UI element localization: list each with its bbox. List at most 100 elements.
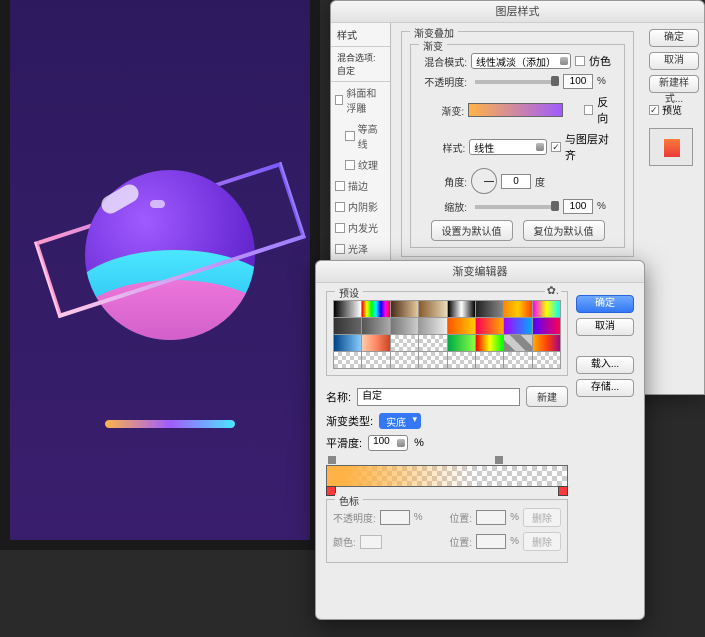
gradient-type-select[interactable]: 实底 <box>379 413 421 429</box>
stop-opacity-label: 不透明度: <box>333 510 376 525</box>
delete-opacity-stop-button[interactable]: 删除 <box>523 508 561 527</box>
angle-input[interactable]: 0 <box>501 174 531 189</box>
preset-swatch[interactable] <box>504 318 531 334</box>
opacity-stop-right[interactable] <box>495 456 503 464</box>
preset-swatch[interactable] <box>504 335 531 351</box>
style-item-2[interactable]: 纹理 <box>331 154 390 175</box>
preview-checkbox[interactable] <box>649 105 659 115</box>
styles-header[interactable]: 样式 <box>331 23 390 47</box>
color-stop-right[interactable] <box>558 486 568 496</box>
gradient-type-label: 渐变类型: <box>326 413 373 429</box>
preset-swatch[interactable] <box>334 352 361 368</box>
preset-swatch[interactable] <box>362 352 389 368</box>
canvas-area <box>0 0 320 550</box>
gradient-bar-shape <box>105 420 235 428</box>
smoothness-label: 平滑度: <box>326 435 362 451</box>
preset-swatch[interactable] <box>533 318 560 334</box>
reset-default-button[interactable]: 复位为默认值 <box>523 220 605 241</box>
preset-swatch[interactable] <box>334 318 361 334</box>
style-checkbox[interactable] <box>345 131 355 141</box>
dialog-title[interactable]: 图层样式 <box>331 1 704 23</box>
stops-label: 色标 <box>335 493 363 508</box>
scale-input[interactable]: 100 <box>563 199 593 214</box>
new-style-button[interactable]: 新建样式... <box>649 75 699 93</box>
angle-dial[interactable] <box>471 168 497 194</box>
preset-swatch[interactable] <box>448 318 475 334</box>
preset-swatch[interactable] <box>391 352 418 368</box>
preset-swatch[interactable] <box>362 335 389 351</box>
style-checkbox[interactable] <box>345 160 355 170</box>
ok-button[interactable]: 确定 <box>649 29 699 47</box>
style-checkbox[interactable] <box>335 202 345 212</box>
preset-swatch[interactable] <box>533 335 560 351</box>
preset-swatch[interactable] <box>419 301 446 317</box>
opacity-input[interactable]: 100 <box>563 74 593 89</box>
style-checkbox[interactable] <box>335 223 345 233</box>
preset-swatch[interactable] <box>391 301 418 317</box>
preview-swatch <box>649 128 693 166</box>
style-item-5[interactable]: 内发光 <box>331 217 390 238</box>
preset-swatch[interactable] <box>476 318 503 334</box>
preset-swatch[interactable] <box>334 335 361 351</box>
preset-swatch[interactable] <box>533 301 560 317</box>
gradient-preview[interactable] <box>468 103 562 117</box>
gradient-bar[interactable] <box>326 465 568 487</box>
angle-label: 角度: <box>417 174 467 189</box>
preset-swatch[interactable] <box>448 352 475 368</box>
preset-swatch[interactable] <box>391 335 418 351</box>
preset-swatch[interactable] <box>448 335 475 351</box>
set-default-button[interactable]: 设置为默认值 <box>431 220 513 241</box>
preset-swatch[interactable] <box>334 301 361 317</box>
preset-swatch[interactable] <box>533 352 560 368</box>
gradient-editor-dialog: 渐变编辑器 预设 ✿. 名称: 自定 新建 渐变类型: 实底 平滑度: 100 … <box>315 260 645 620</box>
style-label: 等高线 <box>358 121 386 151</box>
style-item-3[interactable]: 描边 <box>331 175 390 196</box>
preset-swatch[interactable] <box>476 335 503 351</box>
preset-swatch[interactable] <box>476 301 503 317</box>
stop-location-label-2: 位置: <box>449 534 472 549</box>
style-checkbox[interactable] <box>335 244 345 254</box>
stop-opacity-input[interactable] <box>380 510 410 525</box>
preset-swatch[interactable] <box>419 352 446 368</box>
gradient-load-button[interactable]: 载入... <box>576 356 634 374</box>
preset-swatch[interactable] <box>504 352 531 368</box>
opacity-stop-left[interactable] <box>328 456 336 464</box>
style-checkbox[interactable] <box>335 181 345 191</box>
stop-color-location-input[interactable] <box>476 534 506 549</box>
style-item-4[interactable]: 内阴影 <box>331 196 390 217</box>
preset-swatch[interactable] <box>476 352 503 368</box>
stop-location-input[interactable] <box>476 510 506 525</box>
dither-checkbox[interactable] <box>575 56 585 66</box>
gradient-cancel-button[interactable]: 取消 <box>576 318 634 336</box>
preset-swatch[interactable] <box>419 335 446 351</box>
style-item-1[interactable]: 等高线 <box>331 118 390 154</box>
preset-swatch[interactable] <box>391 318 418 334</box>
style-item-6[interactable]: 光泽 <box>331 238 390 259</box>
percent-label-3: % <box>414 437 424 449</box>
preset-swatch[interactable] <box>504 301 531 317</box>
name-label: 名称: <box>326 389 351 405</box>
blend-options-row[interactable]: 混合选项:自定 <box>331 47 390 82</box>
smoothness-select[interactable]: 100 <box>368 435 408 451</box>
name-input[interactable]: 自定 <box>357 388 520 406</box>
opacity-slider[interactable] <box>475 80 555 84</box>
gradient-ok-button[interactable]: 确定 <box>576 295 634 313</box>
scale-slider[interactable] <box>475 205 555 209</box>
style-item-0[interactable]: 斜面和浮雕 <box>331 82 390 118</box>
preset-swatch[interactable] <box>448 301 475 317</box>
style-select[interactable]: 线性 <box>469 139 547 155</box>
delete-color-stop-button[interactable]: 删除 <box>523 532 561 551</box>
preset-swatch[interactable] <box>362 318 389 334</box>
gear-icon[interactable]: ✿. <box>545 284 561 297</box>
gradient-editor-title[interactable]: 渐变编辑器 <box>316 261 644 283</box>
preset-swatch[interactable] <box>362 301 389 317</box>
reverse-checkbox[interactable] <box>584 105 594 115</box>
gradient-save-button[interactable]: 存储... <box>576 379 634 397</box>
new-gradient-button[interactable]: 新建 <box>526 386 568 407</box>
style-checkbox[interactable] <box>335 95 343 105</box>
align-checkbox[interactable] <box>551 142 561 152</box>
preset-swatch[interactable] <box>419 318 446 334</box>
blend-mode-select[interactable]: 线性减淡（添加） <box>471 53 571 69</box>
cancel-button[interactable]: 取消 <box>649 52 699 70</box>
stop-color-swatch[interactable] <box>360 535 382 549</box>
